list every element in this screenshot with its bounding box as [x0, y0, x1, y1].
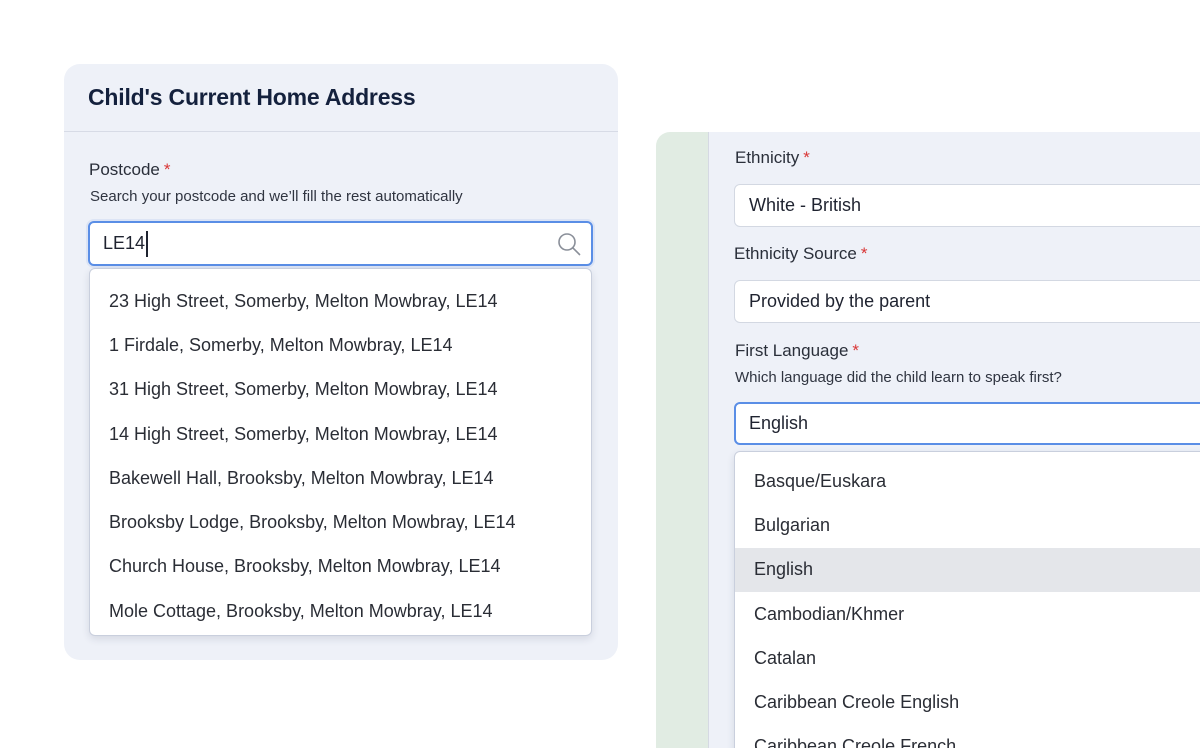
first-language-hint: Which language did the child learn to sp…	[735, 369, 1062, 386]
language-option[interactable]: Catalan	[735, 636, 1200, 680]
address-result-option[interactable]: Mole Cottage, Brooksby, Melton Mowbray, …	[90, 589, 591, 633]
postcode-hint: Search your postcode and we’ll fill the …	[90, 188, 463, 205]
text-caret	[146, 230, 149, 257]
first-language-label-text: First Language	[735, 341, 849, 360]
language-option[interactable]: Cambodian/Khmer	[735, 592, 1200, 636]
ethnicity-source-label-text: Ethnicity Source	[734, 244, 857, 263]
first-language-options-dropdown: Basque/Euskara Bulgarian English Cambodi…	[734, 451, 1200, 748]
child-details-panel: Ethnicity * White - British Ethnicity Sou…	[708, 132, 1200, 748]
postcode-label: Postcode *	[89, 160, 171, 180]
address-result-option[interactable]: 1 Firdale, Somerby, Melton Mowbray, LE14	[90, 323, 591, 367]
home-address-card: Child's Current Home Address Postcode * S…	[64, 64, 618, 660]
card-title: Child's Current Home Address	[64, 64, 618, 132]
first-language-select[interactable]: English	[734, 402, 1200, 445]
address-result-option[interactable]: Brooksby Lodge, Brooksby, Melton Mowbray…	[90, 500, 591, 544]
language-option[interactable]: Caribbean Creole English	[735, 680, 1200, 724]
postcode-input-value: LE14	[103, 233, 146, 253]
required-asterisk: *	[852, 341, 860, 360]
postcode-search-input[interactable]: LE14	[88, 221, 593, 266]
required-asterisk: *	[803, 148, 810, 167]
address-result-option[interactable]: Church House, Brooksby, Melton Mowbray, …	[90, 545, 591, 589]
search-icon[interactable]	[557, 232, 581, 256]
language-option[interactable]: Bulgarian	[735, 503, 1200, 547]
ethnicity-source-label: Ethnicity Source *	[734, 244, 867, 264]
postcode-results-dropdown: 23 High Street, Somerby, Melton Mowbray,…	[89, 268, 592, 636]
ethnicity-label: Ethnicity *	[735, 148, 810, 168]
address-result-option[interactable]: 14 High Street, Somerby, Melton Mowbray,…	[90, 412, 591, 456]
address-result-option[interactable]: 31 High Street, Somerby, Melton Mowbray,…	[90, 368, 591, 412]
language-option[interactable]: Basque/Euskara	[735, 459, 1200, 503]
required-asterisk: *	[163, 160, 171, 179]
address-result-option[interactable]: Bakewell Hall, Brooksby, Melton Mowbray,…	[90, 456, 591, 500]
language-option[interactable]: Caribbean Creole French	[735, 725, 1200, 748]
required-asterisk: *	[860, 244, 868, 263]
side-strip	[656, 132, 716, 748]
language-option-selected[interactable]: English	[735, 547, 1200, 592]
ethnicity-select[interactable]: White - British	[734, 184, 1200, 227]
ethnicity-label-text: Ethnicity	[735, 148, 800, 167]
address-result-option[interactable]: 23 High Street, Somerby, Melton Mowbray,…	[90, 279, 591, 323]
first-language-label: First Language *	[735, 341, 859, 361]
ethnicity-source-select[interactable]: Provided by the parent	[734, 280, 1200, 323]
postcode-label-text: Postcode	[89, 160, 160, 179]
